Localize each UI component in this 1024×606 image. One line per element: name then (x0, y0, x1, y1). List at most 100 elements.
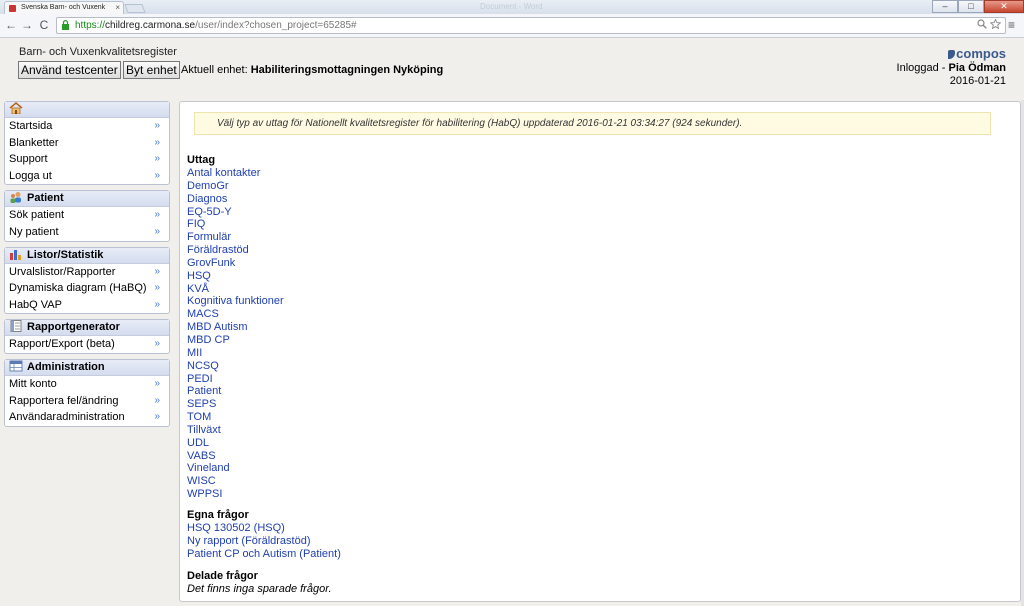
browser-menu-icon[interactable]: ≡ (1008, 18, 1020, 32)
use-testcenter-button[interactable]: Använd testcenter (18, 61, 121, 79)
browser-toolbar: ← → C https://childreg.carmona.se/user/i… (0, 14, 1024, 38)
tab-title: Svenska Barn- och Vuxenk (21, 4, 106, 11)
sidebar-section-listor: Listor/Statistik Urvalslistor/Rapporter »… (4, 246, 170, 315)
current-date: 2016-01-21 (949, 75, 1006, 87)
uttag-link[interactable]: MBD Autism (187, 321, 284, 334)
uttag-link[interactable]: MII (187, 347, 284, 360)
sidebar-item-anvandaradministration[interactable]: Användaradministration » (5, 409, 169, 426)
uttag-link[interactable]: UDL (187, 437, 284, 450)
sidebar-item-sok-patient[interactable]: Sök patient » (5, 207, 169, 224)
login-info: Inloggad - Pia Ödman (897, 62, 1006, 74)
minimize-button[interactable]: – (932, 0, 958, 13)
logo-text: compos (956, 46, 1006, 61)
close-window-button[interactable]: ✕ (984, 0, 1024, 13)
sidebar-section-rapportgenerator: Rapportgenerator Rapport/Export (beta) » (4, 319, 170, 354)
uttag-link[interactable]: Diagnos (187, 193, 284, 206)
bookmark-star-icon[interactable] (989, 18, 1002, 30)
rapport-section-title: Rapportgenerator (27, 321, 120, 334)
compos-logo: compos (948, 46, 1006, 61)
uttag-link[interactable]: VABS (187, 450, 284, 463)
egna-fragor-heading: Egna frågor (187, 509, 249, 521)
sidebar: Startsida » Blanketter » Support » Logga ut… (4, 101, 170, 432)
address-bar[interactable]: https://childreg.carmona.se/user/index?c… (56, 17, 1006, 34)
uttag-link[interactable]: Patient (187, 385, 284, 398)
sidebar-item-urvalslistor[interactable]: Urvalslistor/Rapporter » (5, 264, 169, 281)
chevron-right-icon: » (154, 377, 160, 389)
uttag-link[interactable]: PEDI (187, 373, 284, 386)
listor-section-header: Listor/Statistik (5, 247, 169, 264)
egna-fraga-link[interactable]: Patient CP och Autism (Patient) (187, 548, 341, 561)
sidebar-item-label: Dynamiska diagram (HaBQ) (9, 282, 147, 295)
uttag-link[interactable]: WPPSI (187, 488, 284, 501)
chevron-right-icon: » (154, 411, 160, 423)
uttag-link[interactable]: Kognitiva funktioner (187, 295, 284, 308)
egna-fraga-link[interactable]: Ny rapport (Föräldrastöd) (187, 535, 341, 548)
sidebar-item-label: HabQ VAP (9, 298, 62, 311)
url-path: /user/index?chosen_project=65285# (195, 20, 357, 31)
uttag-link[interactable]: HSQ (187, 270, 284, 283)
chevron-right-icon: » (154, 338, 160, 350)
uttag-heading: Uttag (187, 154, 216, 166)
admin-section-header: Administration (5, 359, 169, 376)
uttag-link[interactable]: MACS (187, 308, 284, 321)
sidebar-item-habq-vap[interactable]: HabQ VAP » (5, 297, 169, 314)
chevron-right-icon: » (154, 120, 160, 131)
zoom-icon[interactable] (977, 19, 988, 29)
site-title: Barn- och Vuxenkvalitetsregister (19, 46, 177, 58)
chevron-right-icon: » (154, 265, 160, 277)
current-unit: Aktuell enhet: Habiliteringsmottagningen… (181, 64, 443, 76)
maximize-button[interactable]: □ (958, 0, 984, 13)
sidebar-section-administration: Administration Mitt konto » Rapportera fe… (4, 358, 170, 427)
uttag-link[interactable]: EQ-5D-Y (187, 206, 284, 219)
login-label: Inloggad - (896, 62, 949, 74)
home-icon[interactable] (9, 102, 23, 114)
listor-section-title: Listor/Statistik (27, 248, 104, 261)
chevron-right-icon: » (154, 169, 160, 181)
site-favicon-icon (9, 5, 16, 12)
sidebar-item-support[interactable]: Support » (5, 151, 169, 168)
uttag-link[interactable]: Antal kontakter (187, 167, 284, 180)
browser-tab[interactable]: Svenska Barn- och Vuxenk × (4, 1, 124, 14)
sidebar-item-logga-ut[interactable]: Logga ut » (5, 168, 169, 185)
sidebar-item-startsida[interactable]: Startsida » (5, 118, 169, 135)
sidebar-item-rapport-export[interactable]: Rapport/Export (beta) » (5, 336, 169, 353)
tab-close-icon[interactable]: × (115, 2, 120, 14)
sidebar-item-label: Mitt konto (9, 377, 57, 390)
sidebar-item-ny-patient[interactable]: Ny patient » (5, 224, 169, 241)
uttag-link[interactable]: MBD CP (187, 334, 284, 347)
current-unit-name: Habiliteringsmottagningen Nyköping (250, 64, 444, 76)
back-button[interactable]: ← (4, 18, 18, 32)
uttag-link[interactable]: Föräldrastöd (187, 244, 284, 257)
lock-icon (62, 20, 69, 30)
egna-fragor-list: HSQ 130502 (HSQ) Ny rapport (Föräldrastö… (187, 522, 341, 561)
delade-fragor-empty: Det finns inga sparade frågor. (187, 583, 332, 595)
compos-logo-icon (948, 50, 956, 59)
uttag-link[interactable]: Vineland (187, 462, 284, 475)
sidebar-item-label: Rapportera fel/ändring (9, 394, 119, 407)
sidebar-item-label: Logga ut (9, 169, 52, 182)
rapport-section-header: Rapportgenerator (5, 320, 169, 337)
sidebar-item-rapportera-fel[interactable]: Rapportera fel/ändring » (5, 393, 169, 410)
uttag-link[interactable]: Formulär (187, 231, 284, 244)
uttag-link[interactable]: SEPS (187, 398, 284, 411)
sidebar-item-blanketter[interactable]: Blanketter » (5, 135, 169, 152)
uttag-link[interactable]: FIQ (187, 218, 284, 231)
browser-titlebar: Svenska Barn- och Vuxenk × Document - Wo… (0, 0, 1024, 14)
uttag-link[interactable]: GrovFunk (187, 257, 284, 270)
uttag-link[interactable]: Tillväxt (187, 424, 284, 437)
uttag-link[interactable]: DemoGr (187, 180, 284, 193)
uttag-list: Antal kontakter DemoGr Diagnos EQ-5D-Y F… (187, 167, 284, 501)
new-tab-button[interactable] (124, 4, 146, 13)
change-unit-button[interactable]: Byt enhet (123, 61, 180, 79)
sidebar-item-mitt-konto[interactable]: Mitt konto » (5, 376, 169, 393)
uttag-link[interactable]: KVÅ (187, 283, 284, 296)
forward-button[interactable]: → (20, 18, 34, 32)
uttag-link[interactable]: NCSQ (187, 360, 284, 373)
url-scheme: https:// (75, 20, 106, 31)
uttag-link[interactable]: WISC (187, 475, 284, 488)
patient-icon (10, 192, 21, 204)
egna-fraga-link[interactable]: HSQ 130502 (HSQ) (187, 522, 341, 535)
uttag-link[interactable]: TOM (187, 411, 284, 424)
sidebar-item-dynamiska-diagram[interactable]: Dynamiska diagram (HaBQ) » (5, 280, 169, 297)
reload-button[interactable]: C (37, 18, 51, 32)
